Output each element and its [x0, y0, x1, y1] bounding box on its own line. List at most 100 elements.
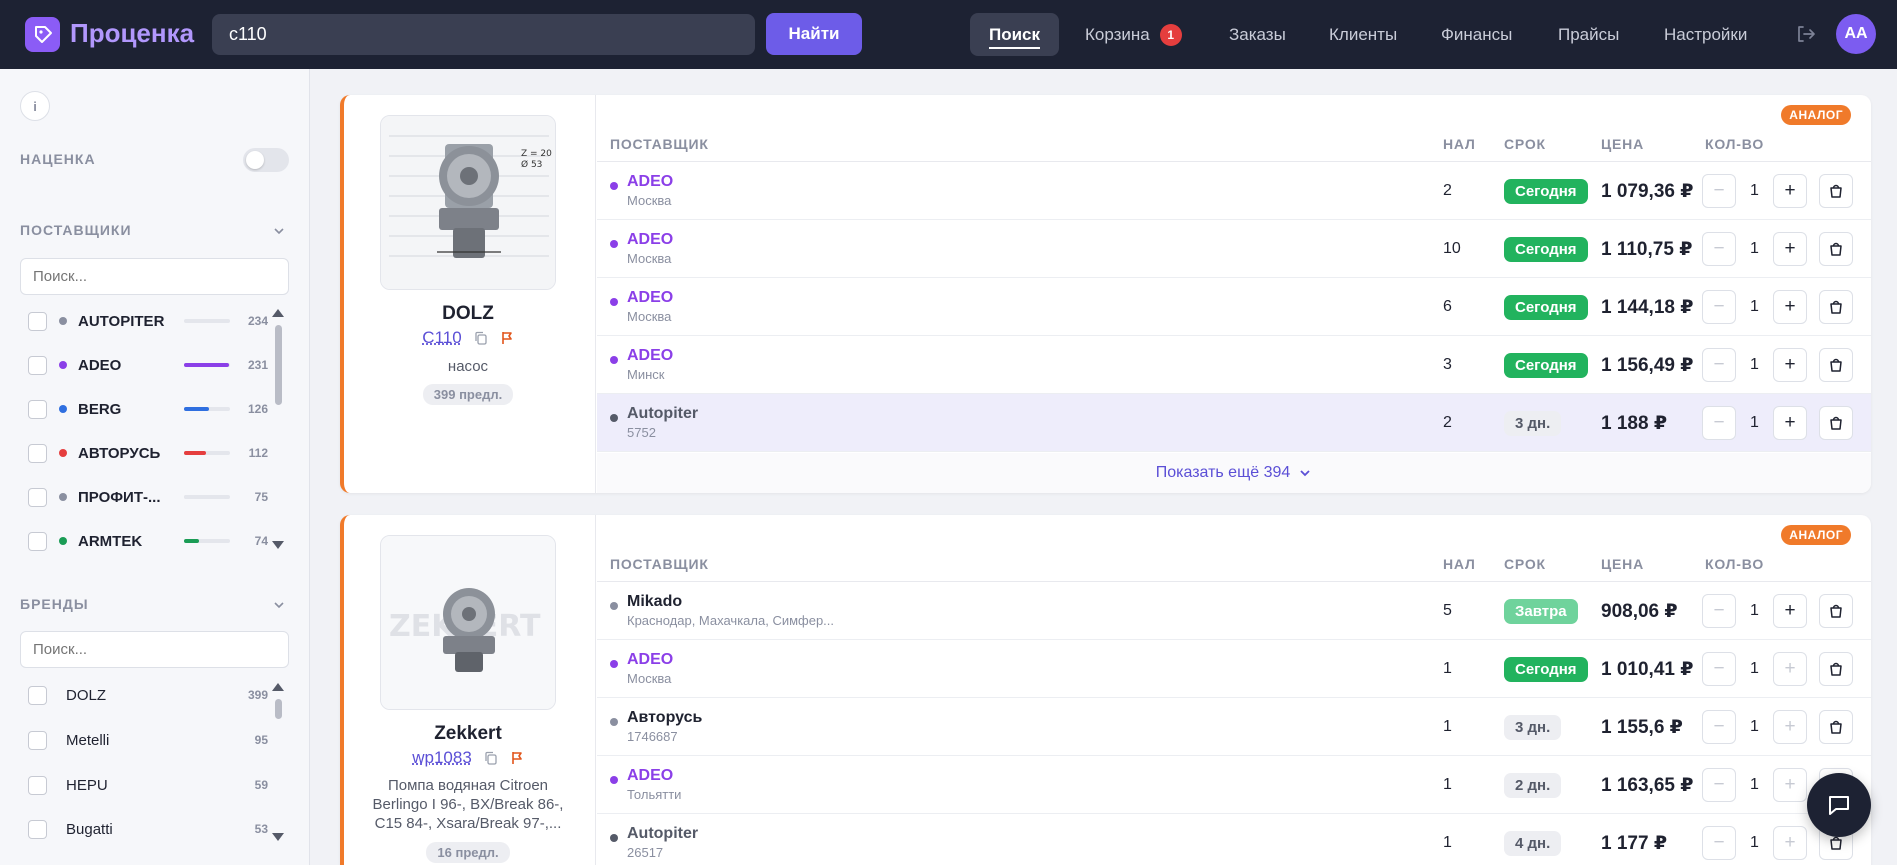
markup-toggle[interactable] — [243, 148, 289, 172]
brands-search-input[interactable] — [20, 631, 289, 668]
quantity-value[interactable]: 1 — [1736, 826, 1773, 860]
quantity-value[interactable]: 1 — [1736, 652, 1773, 686]
checkbox[interactable] — [28, 400, 47, 419]
quantity-value[interactable]: 1 — [1736, 348, 1773, 382]
increase-button[interactable]: + — [1773, 232, 1807, 266]
add-to-cart-button[interactable] — [1819, 174, 1853, 208]
increase-button[interactable]: + — [1773, 348, 1807, 382]
increase-button[interactable]: + — [1773, 406, 1807, 440]
quantity-value[interactable]: 1 — [1736, 594, 1773, 628]
quantity-value[interactable]: 1 — [1736, 232, 1773, 266]
checkbox[interactable] — [28, 820, 47, 839]
offer-row[interactable]: Autopiter 26517 1 4 дн. 1 177 ₽ −1 + — [597, 814, 1871, 865]
increase-button[interactable]: + — [1773, 594, 1807, 628]
offer-row[interactable]: ADEO Москва 10 Сегодня 1 110,75 ₽ −1 + — [597, 220, 1871, 278]
quantity-value[interactable]: 1 — [1736, 174, 1773, 208]
supplier-name[interactable]: ADEO — [627, 289, 673, 307]
brands-scrollbar[interactable] — [272, 683, 284, 843]
checkbox[interactable] — [28, 488, 47, 507]
supplier-name[interactable]: ADEO — [627, 651, 673, 669]
logout-icon[interactable] — [1794, 23, 1816, 45]
chevron-down-icon[interactable] — [272, 224, 286, 238]
scroll-up-icon[interactable] — [272, 683, 284, 691]
add-to-cart-button[interactable] — [1819, 406, 1853, 440]
find-button[interactable]: Найти — [766, 13, 862, 55]
nav-pricelists[interactable]: Прайсы — [1558, 13, 1619, 56]
product-image[interactable]: Z = 20 Ø 53 — [380, 115, 556, 290]
add-to-cart-button[interactable] — [1819, 652, 1853, 686]
supplier-name[interactable]: ADEO — [627, 347, 673, 365]
logo-icon[interactable] — [25, 17, 60, 52]
offer-row[interactable]: ADEO Москва 1 Сегодня 1 010,41 ₽ −1 + — [597, 640, 1871, 698]
flag-icon[interactable] — [510, 751, 524, 765]
decrease-button[interactable]: − — [1702, 710, 1736, 744]
checkbox[interactable] — [28, 312, 47, 331]
brand-filter-item[interactable]: Bugatti 53 — [28, 817, 268, 841]
increase-button[interactable]: + — [1773, 290, 1807, 324]
supplier-filter-item[interactable]: ADEO 231 — [28, 353, 268, 377]
search-input[interactable] — [212, 14, 755, 55]
nav-finance[interactable]: Финансы — [1441, 13, 1512, 56]
checkbox[interactable] — [28, 356, 47, 375]
decrease-button[interactable]: − — [1702, 290, 1736, 324]
nav-clients[interactable]: Клиенты — [1329, 13, 1397, 56]
offer-row[interactable]: Autopiter 5752 2 3 дн. 1 188 ₽ −1 + — [597, 394, 1871, 452]
article-link[interactable]: C110 — [422, 328, 461, 348]
supplier-filter-item[interactable]: ARMTEK 74 — [28, 529, 268, 553]
logo-text[interactable]: Проценка — [70, 18, 194, 49]
supplier-filter-item[interactable]: AUTOPITER 234 — [28, 309, 268, 333]
decrease-button[interactable]: − — [1702, 174, 1736, 208]
supplier-name[interactable]: Mikado — [627, 593, 682, 611]
decrease-button[interactable]: − — [1702, 826, 1736, 860]
decrease-button[interactable]: − — [1702, 348, 1736, 382]
offer-row[interactable]: Mikado Краснодар, Махачкала, Симфер... 5… — [597, 582, 1871, 640]
brand-filter-item[interactable]: DOLZ 399 — [28, 683, 268, 707]
nav-search[interactable]: Поиск — [970, 13, 1059, 56]
offer-row[interactable]: ADEO Москва 2 Сегодня 1 079,36 ₽ −1 + — [597, 162, 1871, 220]
supplier-name[interactable]: ADEO — [627, 173, 673, 191]
quantity-value[interactable]: 1 — [1736, 406, 1773, 440]
offer-row[interactable]: Авторусь 1746687 1 3 дн. 1 155,6 ₽ −1 + — [597, 698, 1871, 756]
supplier-filter-item[interactable]: BERG 126 — [28, 397, 268, 421]
nav-orders[interactable]: Заказы — [1229, 13, 1286, 56]
copy-icon[interactable] — [484, 751, 498, 765]
chat-button[interactable] — [1807, 773, 1871, 837]
quantity-value[interactable]: 1 — [1736, 290, 1773, 324]
increase-button[interactable]: + — [1773, 174, 1807, 208]
quantity-value[interactable]: 1 — [1736, 768, 1773, 802]
increase-button[interactable]: + — [1773, 826, 1807, 860]
scroll-down-icon[interactable] — [272, 833, 284, 841]
checkbox[interactable] — [28, 731, 47, 750]
decrease-button[interactable]: − — [1702, 652, 1736, 686]
supplier-filter-item[interactable]: АВТОРУСЬ 112 — [28, 441, 268, 465]
add-to-cart-button[interactable] — [1819, 594, 1853, 628]
supplier-name[interactable]: Autopiter — [627, 405, 698, 423]
copy-icon[interactable] — [474, 331, 488, 345]
increase-button[interactable]: + — [1773, 768, 1807, 802]
decrease-button[interactable]: − — [1702, 768, 1736, 802]
flag-icon[interactable] — [500, 331, 514, 345]
avatar[interactable]: AA — [1836, 14, 1876, 54]
checkbox[interactable] — [28, 776, 47, 795]
supplier-name[interactable]: Авторусь — [627, 709, 702, 727]
brand-filter-item[interactable]: HEPU 59 — [28, 773, 268, 797]
offer-row[interactable]: ADEO Москва 6 Сегодня 1 144,18 ₽ −1 + — [597, 278, 1871, 336]
decrease-button[interactable]: − — [1702, 406, 1736, 440]
suppliers-scrollbar[interactable] — [272, 309, 284, 551]
supplier-name[interactable]: ADEO — [627, 767, 673, 785]
decrease-button[interactable]: − — [1702, 232, 1736, 266]
decrease-button[interactable]: − — [1702, 594, 1736, 628]
article-link[interactable]: wp1083 — [412, 748, 472, 768]
suppliers-search-input[interactable] — [20, 258, 289, 295]
scroll-down-icon[interactable] — [272, 541, 284, 549]
show-more-button[interactable]: Показать ещё 394 — [597, 453, 1871, 493]
add-to-cart-button[interactable] — [1819, 348, 1853, 382]
product-image[interactable]: ZEKKERT — [380, 535, 556, 710]
offer-row[interactable]: ADEO Минск 3 Сегодня 1 156,49 ₽ −1 + — [597, 336, 1871, 394]
info-icon[interactable]: i — [20, 91, 50, 121]
checkbox[interactable] — [28, 532, 47, 551]
scroll-thumb[interactable] — [275, 699, 282, 719]
checkbox[interactable] — [28, 686, 47, 705]
checkbox[interactable] — [28, 444, 47, 463]
quantity-value[interactable]: 1 — [1736, 710, 1773, 744]
